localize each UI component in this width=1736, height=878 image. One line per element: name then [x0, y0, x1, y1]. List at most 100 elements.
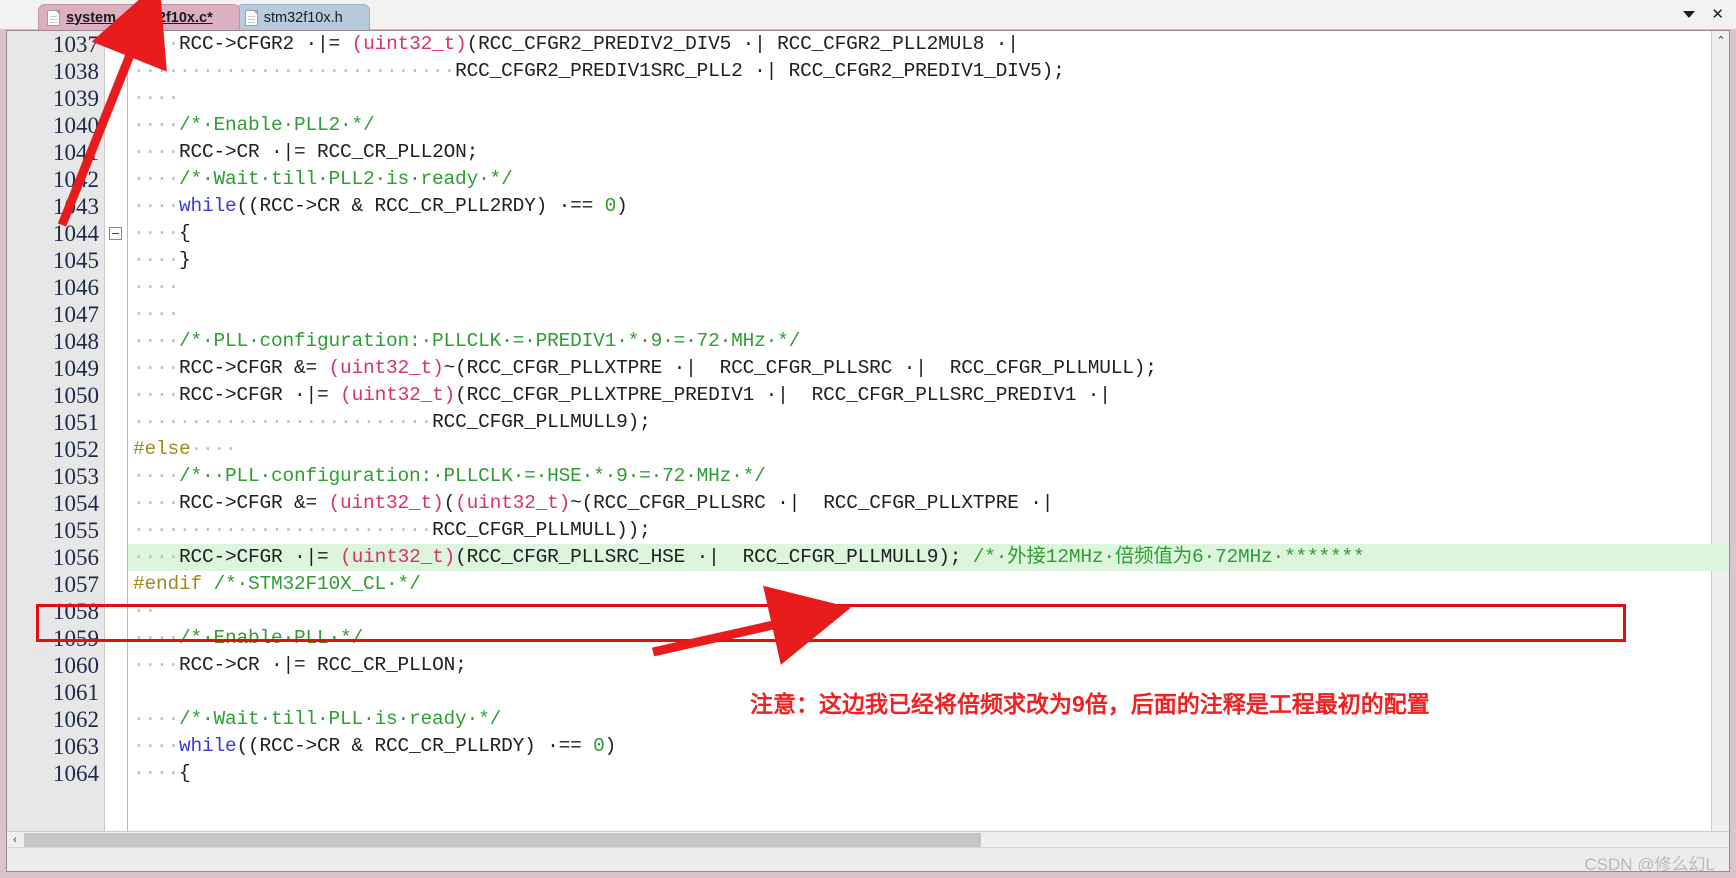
line-text: ····RCC->CR ·|= RCC_CR_PLL2ON;: [133, 141, 479, 163]
line-number: 1058: [53, 599, 99, 624]
editor-frame: 1037 ····RCC->CFGR2 ·|= (uint32_t)(RCC_CF…: [6, 30, 1730, 872]
code-line[interactable]: 1060 ····RCC->CR ·|= RCC_CR_PLLON;: [7, 652, 1729, 679]
line-number: 1056: [53, 545, 99, 570]
line-number: 1057: [53, 572, 99, 597]
code-line[interactable]: 1047 ····: [7, 301, 1729, 328]
line-text: ····{: [133, 222, 191, 244]
line-number: 1055: [53, 518, 99, 543]
code-line[interactable]: 1055 ··························RCC_CFGR_P…: [7, 517, 1729, 544]
code-line[interactable]: 1053 ····/*··PLL·configuration:·PLLCLK·=·…: [7, 463, 1729, 490]
code-line[interactable]: 1059 ····/*·Enable·PLL·*/: [7, 625, 1729, 652]
line-text: ····: [133, 87, 180, 109]
code-line[interactable]: 1051 ··························RCC_CFGR_P…: [7, 409, 1729, 436]
line-number: 1049: [53, 356, 99, 381]
line-number: 1044: [53, 221, 99, 246]
code-line[interactable]: 1042 ····/*·Wait·till·PLL2·is·ready·*/: [7, 166, 1729, 193]
line-text: ····/*··PLL·configuration:·PLLCLK·=·HSE·…: [133, 465, 766, 487]
tab-stm32f10x-h[interactable]: stm32f10x.h: [235, 4, 370, 30]
scroll-up-icon[interactable]: ⌃: [1712, 31, 1729, 49]
code-line[interactable]: 1044 ····{: [7, 220, 1729, 247]
fold-toggle-icon[interactable]: [109, 227, 122, 240]
line-number: 1059: [53, 626, 99, 651]
line-number: 1042: [53, 167, 99, 192]
code-line[interactable]: 1039 ····: [7, 85, 1729, 112]
code-line[interactable]: 1041 ····RCC->CR ·|= RCC_CR_PLL2ON;: [7, 139, 1729, 166]
line-text: ····while((RCC->CR & RCC_CR_PLL2RDY) ·==…: [133, 195, 628, 217]
code-line[interactable]: 1040 ····/*·Enable·PLL2·*/: [7, 112, 1729, 139]
tab-system-stm32f10x-c[interactable]: system_stm32f10x.c*: [38, 4, 240, 30]
line-number: 1053: [53, 464, 99, 489]
line-text: ····RCC->CFGR ·|= (uint32_t)(RCC_CFGR_PL…: [133, 384, 1111, 406]
code-line[interactable]: 1061: [7, 679, 1729, 706]
window-controls: ✕: [1683, 0, 1730, 29]
scroll-left-icon[interactable]: ‹: [7, 832, 23, 847]
line-text: ····RCC->CR ·|= RCC_CR_PLLON;: [133, 654, 467, 676]
line-number: 1037: [53, 32, 99, 57]
line-text: ··························RCC_CFGR_PLLMU…: [133, 411, 651, 433]
line-number: 1051: [53, 410, 99, 435]
caret-down-icon[interactable]: [1683, 11, 1696, 18]
line-number: 1040: [53, 113, 99, 138]
code-line[interactable]: 1063 ····while((RCC->CR & RCC_CR_PLLRDY) …: [7, 733, 1729, 760]
line-text: ····/*·PLL·configuration:·PLLCLK·=·PREDI…: [133, 330, 801, 352]
line-text: ····: [133, 276, 180, 298]
code-line[interactable]: 1064 ····{: [7, 760, 1729, 787]
line-text: #else····: [133, 438, 237, 460]
code-line[interactable]: 1050 ····RCC->CFGR ·|= (uint32_t)(RCC_CFG…: [7, 382, 1729, 409]
line-text: ····RCC->CFGR2 ·|= (uint32_t)(RCC_CFGR2_…: [133, 33, 1019, 55]
tab-bar: system_stm32f10x.c* stm32f10x.h ✕: [0, 0, 1736, 30]
line-number: 1062: [53, 707, 99, 732]
status-bar: CSDN @修么幻L: [7, 847, 1729, 871]
line-text: ··: [133, 600, 157, 622]
line-number: 1063: [53, 734, 99, 759]
line-text: ··························RCC_CFGR_PLLMU…: [133, 519, 651, 541]
code-line[interactable]: 1056 ····RCC->CFGR ·|= (uint32_t)(RCC_CFG…: [7, 544, 1729, 571]
line-number: 1064: [53, 761, 99, 786]
tab-label: system_stm32f10x.c*: [66, 9, 213, 26]
code-line[interactable]: 1045 ····}: [7, 247, 1729, 274]
horizontal-scroll-thumb[interactable]: [24, 833, 981, 847]
line-number: 1052: [53, 437, 99, 462]
code-line[interactable]: 1058 ··: [7, 598, 1729, 625]
code-line[interactable]: 1048 ····/*·PLL·configuration:·PLLCLK·=·P…: [7, 328, 1729, 355]
line-text: #endif /*·STM32F10X_CL·*/: [133, 573, 421, 595]
line-text: ····/*·Wait·till·PLL2·is·ready·*/: [133, 168, 513, 190]
line-number: 1041: [53, 140, 99, 165]
code-line[interactable]: 1052 #else····: [7, 436, 1729, 463]
line-text: ····/*·Enable·PLL2·*/: [133, 114, 375, 136]
code-line[interactable]: 1046 ····: [7, 274, 1729, 301]
code-line[interactable]: 1037 ····RCC->CFGR2 ·|= (uint32_t)(RCC_CF…: [7, 31, 1729, 58]
line-text: ····RCC->CFGR &= (uint32_t)~(RCC_CFGR_PL…: [133, 357, 1157, 379]
tab-strip: system_stm32f10x.c* stm32f10x.h: [38, 2, 370, 30]
watermark: CSDN @修么幻L: [1584, 855, 1715, 872]
line-text: ····while((RCC->CR & RCC_CR_PLLRDY) ·== …: [133, 735, 617, 757]
line-number: 1061: [53, 680, 99, 705]
line-number: 1048: [53, 329, 99, 354]
line-number: 1050: [53, 383, 99, 408]
tab-label: stm32f10x.h: [263, 9, 343, 26]
line-text: ····}: [133, 249, 191, 271]
line-number: 1054: [53, 491, 99, 516]
line-text: ····RCC->CFGR ·|= (uint32_t)(RCC_CFGR_PL…: [133, 546, 1365, 568]
code-line[interactable]: 1038 ····························RCC_CFGR…: [7, 58, 1729, 85]
document-icon: [47, 9, 60, 26]
code-line[interactable]: 1062 ····/*·Wait·till·PLL·is·ready·*/: [7, 706, 1729, 733]
line-text: ····{: [133, 762, 191, 784]
line-number: 1043: [53, 194, 99, 219]
code-line[interactable]: 1054 ····RCC->CFGR &= (uint32_t)((uint32_…: [7, 490, 1729, 517]
code-line[interactable]: 1057 #endif /*·STM32F10X_CL·*/: [7, 571, 1729, 598]
line-text: ····/*·Wait·till·PLL·is·ready·*/: [133, 708, 502, 730]
code-area[interactable]: 1037 ····RCC->CFGR2 ·|= (uint32_t)(RCC_CF…: [7, 31, 1729, 871]
line-text: ····: [133, 303, 180, 325]
line-number: 1045: [53, 248, 99, 273]
horizontal-scrollbar[interactable]: ‹: [7, 831, 1729, 847]
line-text: ····RCC->CFGR &= (uint32_t)((uint32_t)~(…: [133, 492, 1054, 514]
code-line[interactable]: 1049 ····RCC->CFGR &= (uint32_t)~(RCC_CFG…: [7, 355, 1729, 382]
line-text: ····/*·Enable·PLL·*/: [133, 627, 364, 649]
editor-window: system_stm32f10x.c* stm32f10x.h ✕ 1037 ··…: [0, 0, 1736, 878]
line-number: 1039: [53, 86, 99, 111]
code-line[interactable]: 1043 ····while((RCC->CR & RCC_CR_PLL2RDY)…: [7, 193, 1729, 220]
line-text: ····························RCC_CFGR2_PR…: [133, 60, 1065, 82]
vertical-scrollbar[interactable]: ⌃ ⌄: [1711, 31, 1729, 839]
close-icon[interactable]: ✕: [1711, 7, 1724, 22]
